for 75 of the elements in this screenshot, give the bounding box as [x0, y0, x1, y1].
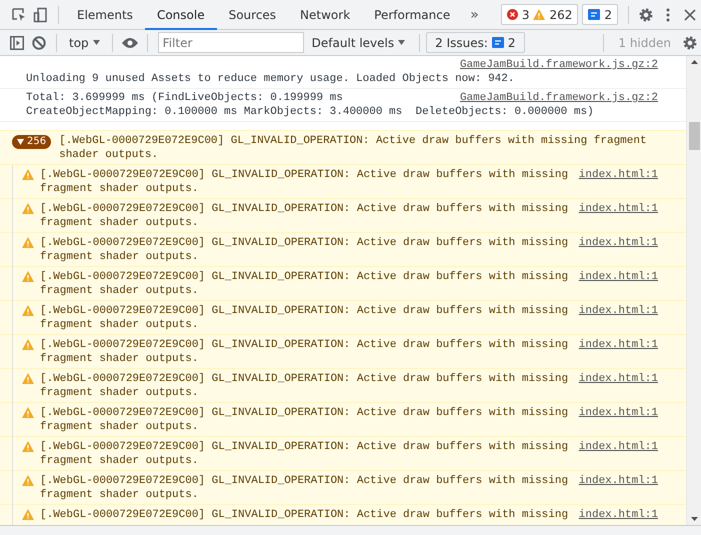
filter-input[interactable]: Filter	[158, 32, 304, 53]
source-link[interactable]: index.html:1	[578, 270, 658, 284]
source-link[interactable]: index.html:1	[578, 202, 658, 216]
warning-message: [.WebGL-0000729E072E9C00] GL_INVALID_OPERATION: Active draw buffers with missing fragment shader outputs.	[40, 338, 570, 366]
source-link[interactable]: index.html:1	[578, 338, 658, 352]
source-link[interactable]: index.html:1	[578, 508, 658, 522]
collapse-triangle-icon	[17, 139, 24, 145]
warning-icon	[22, 237, 34, 248]
scrollbar-thumb[interactable]	[688, 122, 700, 150]
message-icon	[588, 8, 600, 20]
warning-message: [.WebGL-0000729E072E9C00] GL_INVALID_OPERATION: Active draw buffers with missing fragment shader outputs.	[40, 406, 570, 434]
message-counts-button[interactable]: 3 262	[500, 4, 578, 25]
warning-message: [.WebGL-0000729E072E9C00] GL_INVALID_OPERATION: Active draw buffers with missing fragment shader outputs.	[40, 236, 570, 264]
warning-message: [.WebGL-0000729E072E9C00] GL_INVALID_OPERATION: Active draw buffers with missing fragment shader outputs.	[40, 202, 570, 230]
warning-icon	[22, 271, 34, 282]
source-link[interactable]: GameJamBuild.framework.js.gz:2	[460, 91, 658, 105]
dropdown-caret-icon	[92, 40, 100, 45]
issues-button[interactable]: 2 Issues: 2	[426, 32, 525, 53]
panel-tab[interactable]: Network	[288, 0, 362, 30]
warning-message: [.WebGL-0000729E072E9C00] GL_INVALID_OPERATION: Active draw buffers with missing fragment shader outputs.	[40, 270, 570, 298]
dropdown-caret-icon	[398, 40, 406, 45]
message-count: 2	[604, 8, 612, 22]
close-icon[interactable]	[684, 8, 696, 20]
settings-icon[interactable]	[638, 6, 654, 22]
sidebar-toggle-icon[interactable]	[10, 36, 24, 50]
message-icon	[492, 36, 504, 48]
source-link[interactable]: index.html:1	[578, 406, 658, 420]
panel-tab[interactable]: Sources	[216, 0, 288, 30]
issues-count-button[interactable]: 2	[582, 4, 618, 25]
console-message: Unloading 9 unused Assets to reduce memory usage. Loaded Objects now: 942.	[26, 72, 514, 86]
warning-message: [.WebGL-0000729E072E9C00] GL_INVALID_OPERATION: Active draw buffers with missing fragment shader outputs.	[40, 372, 570, 400]
warning-icon	[22, 407, 34, 418]
warning-icon	[22, 373, 34, 384]
eye-icon[interactable]	[120, 36, 139, 48]
warning-message: [.WebGL-0000729E072E9C00] GL_INVALID_OPERATION: Active draw buffers with missing	[40, 508, 570, 522]
source-link[interactable]: index.html:1	[578, 304, 658, 318]
warning-icon	[533, 9, 546, 20]
issues-count: 2	[508, 36, 516, 50]
warning-message: [.WebGL-0000729E072E9C00] GL_INVALID_OPERATION: Active draw buffers with missing fragment shader outputs.	[40, 168, 570, 196]
console-message: CreateObjectMapping: 0.100000 ms MarkObjects: 3.400000 ms DeleteObjects: 0.000000 ms)	[26, 105, 595, 119]
source-link[interactable]: index.html:1	[578, 236, 658, 250]
repeat-count-toggle[interactable]: 256	[12, 135, 52, 149]
panel-tab[interactable]: Elements	[65, 0, 145, 30]
warning-message: [.WebGL-0000729E072E9C00] GL_INVALID_OPERATION: Active draw buffers with missing fragment shader outputs.	[59, 134, 648, 162]
scroll-down-icon[interactable]	[690, 517, 698, 521]
warning-icon	[22, 169, 34, 180]
clear-console-icon[interactable]	[32, 36, 46, 50]
warning-icon	[22, 475, 34, 486]
hidden-count: 1 hidden	[617, 36, 672, 50]
error-count: 3	[522, 8, 530, 22]
warning-icon	[22, 339, 34, 350]
device-toolbar-icon[interactable]	[33, 6, 49, 22]
warning-count: 262	[549, 8, 572, 22]
context-selector[interactable]: top	[63, 36, 106, 50]
source-link[interactable]: index.html:1	[578, 440, 658, 454]
warning-message: [.WebGL-0000729E072E9C00] GL_INVALID_OPERATION: Active draw buffers with missing fragment shader outputs.	[40, 474, 570, 502]
settings-icon[interactable]	[682, 34, 698, 50]
source-link[interactable]: GameJamBuild.framework.js.gz:2	[460, 58, 658, 72]
warning-icon	[22, 203, 34, 214]
more-tabs-button[interactable]: »	[462, 6, 487, 22]
error-icon	[506, 9, 518, 20]
source-link[interactable]: index.html:1	[578, 372, 658, 386]
more-options-icon[interactable]	[666, 8, 670, 22]
warning-icon	[22, 509, 34, 520]
inspect-element-icon[interactable]	[11, 6, 27, 22]
scroll-up-icon[interactable]	[690, 60, 698, 64]
warning-icon	[22, 441, 34, 452]
source-link[interactable]: index.html:1	[578, 474, 658, 488]
warning-message: [.WebGL-0000729E072E9C00] GL_INVALID_OPERATION: Active draw buffers with missing fragment shader outputs.	[40, 440, 570, 468]
log-levels-dropdown[interactable]: Default levels	[304, 36, 414, 50]
panel-tab[interactable]: Performance	[362, 0, 462, 30]
console-message: Total: 3.699999 ms (FindLiveObjects: 0.199999 ms	[26, 91, 343, 105]
warning-message: [.WebGL-0000729E072E9C00] GL_INVALID_OPERATION: Active draw buffers with missing fragment shader outputs.	[40, 304, 570, 332]
warning-icon	[22, 305, 34, 316]
source-link[interactable]: index.html:1	[578, 168, 658, 182]
